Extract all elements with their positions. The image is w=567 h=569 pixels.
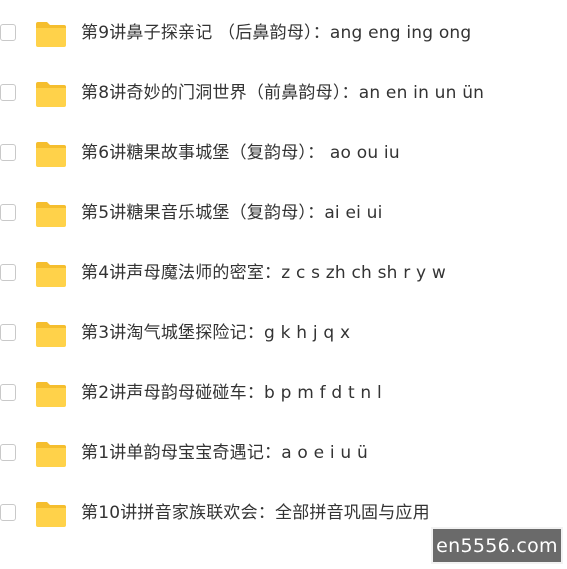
watermark-text: en5556.com xyxy=(436,534,558,557)
folder-icon xyxy=(36,202,66,227)
file-list: 第9讲鼻子探亲记 （后鼻韵母）：ang eng ing ong 第8讲奇妙的门洞… xyxy=(0,4,567,544)
file-name[interactable]: 第10讲拼音家族联欢会：全部拼音巩固与应用 xyxy=(81,502,430,524)
file-row[interactable]: 第2讲声母韵母碰碰车：b p m f d t n l xyxy=(0,364,567,424)
folder-icon xyxy=(36,382,66,407)
folder-icon xyxy=(36,502,66,527)
folder-icon xyxy=(36,142,66,167)
file-row[interactable]: 第5讲糖果音乐城堡（复韵母）：ai ei ui xyxy=(0,184,567,244)
folder-icon xyxy=(36,322,66,347)
row-checkbox[interactable] xyxy=(0,24,16,41)
row-checkbox[interactable] xyxy=(0,444,16,461)
row-checkbox[interactable] xyxy=(0,324,16,341)
file-name[interactable]: 第6讲糖果故事城堡（复韵母）： ao ou iu xyxy=(81,142,400,164)
file-row[interactable]: 第3讲淘气城堡探险记：g k h j q x xyxy=(0,304,567,364)
row-checkbox[interactable] xyxy=(0,504,16,521)
file-row[interactable]: 第6讲糖果故事城堡（复韵母）： ao ou iu xyxy=(0,124,567,184)
folder-icon xyxy=(36,82,66,107)
file-row[interactable]: 第8讲奇妙的门洞世界（前鼻韵母）：an en in un ün xyxy=(0,64,567,124)
row-checkbox[interactable] xyxy=(0,144,16,161)
file-name[interactable]: 第5讲糖果音乐城堡（复韵母）：ai ei ui xyxy=(81,202,383,224)
row-checkbox[interactable] xyxy=(0,204,16,221)
file-name[interactable]: 第9讲鼻子探亲记 （后鼻韵母）：ang eng ing ong xyxy=(81,22,471,44)
watermark: en5556.com xyxy=(431,527,563,564)
folder-icon xyxy=(36,442,66,467)
file-row[interactable]: 第1讲单韵母宝宝奇遇记：a o e i u ü xyxy=(0,424,567,484)
row-checkbox[interactable] xyxy=(0,84,16,101)
file-name[interactable]: 第1讲单韵母宝宝奇遇记：a o e i u ü xyxy=(81,442,368,464)
file-name[interactable]: 第4讲声母魔法师的密室：z c s zh ch sh r y w xyxy=(81,262,446,284)
file-row[interactable]: 第9讲鼻子探亲记 （后鼻韵母）：ang eng ing ong xyxy=(0,4,567,64)
file-name[interactable]: 第8讲奇妙的门洞世界（前鼻韵母）：an en in un ün xyxy=(81,82,484,104)
file-name[interactable]: 第3讲淘气城堡探险记：g k h j q x xyxy=(81,322,350,344)
file-row[interactable]: 第4讲声母魔法师的密室：z c s zh ch sh r y w xyxy=(0,244,567,304)
row-checkbox[interactable] xyxy=(0,384,16,401)
row-checkbox[interactable] xyxy=(0,264,16,281)
folder-icon xyxy=(36,262,66,287)
file-name[interactable]: 第2讲声母韵母碰碰车：b p m f d t n l xyxy=(81,382,382,404)
folder-icon xyxy=(36,22,66,47)
